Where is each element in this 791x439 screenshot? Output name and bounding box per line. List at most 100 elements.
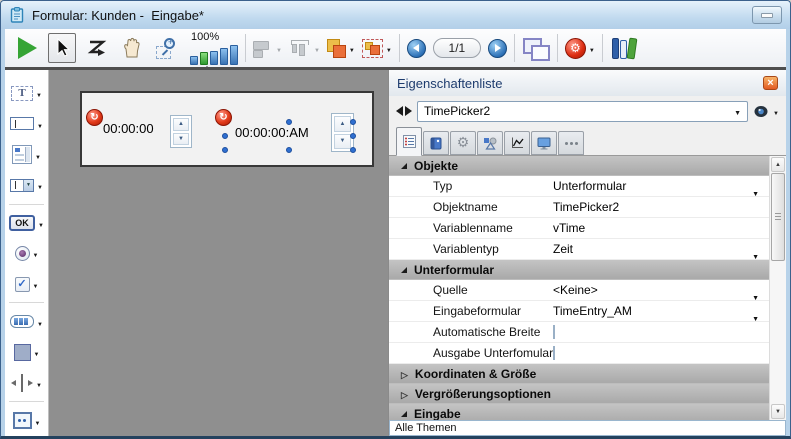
toolbox-item-list[interactable] [5, 139, 48, 170]
property-row-automatische-breite[interactable]: Automatische Breite [389, 322, 769, 343]
toolbox-item-progressbar[interactable] [5, 306, 48, 337]
property-value[interactable]: vTime [553, 221, 769, 235]
chevron-down-icon[interactable] [37, 313, 43, 331]
close-icon[interactable] [763, 76, 778, 90]
expander-open-icon[interactable] [401, 267, 407, 273]
subform-anchor-icon[interactable] [86, 109, 103, 126]
chevron-down-icon[interactable] [589, 39, 595, 57]
toolbox-item-combobox[interactable] [5, 170, 48, 201]
timepicker1-value[interactable]: 00:00:00 [103, 121, 154, 136]
chevron-down-icon[interactable] [349, 39, 355, 57]
toolbox-item-button[interactable]: OK [5, 208, 48, 239]
run-form-button[interactable] [13, 33, 41, 63]
object-selector-combobox[interactable]: TimePicker2 [417, 101, 748, 122]
toolbox-item-splitter[interactable] [5, 368, 48, 399]
tab-objects[interactable] [477, 131, 503, 155]
toolbox-item-label[interactable]: T [5, 78, 48, 109]
property-row-typ[interactable]: Typ Unterformular [389, 176, 769, 197]
chevron-down-icon[interactable] [34, 343, 40, 361]
section-header-objekte[interactable]: Objekte [389, 156, 769, 176]
zoom-level-control[interactable]: 100% [190, 32, 238, 65]
checkbox[interactable] [553, 346, 555, 360]
section-header-eingabe[interactable]: Eingabe [389, 404, 769, 420]
selection-handle[interactable] [350, 147, 356, 153]
scrollbar-thumb[interactable] [771, 173, 785, 261]
spin-up-icon[interactable] [173, 118, 189, 131]
chevron-down-icon[interactable] [36, 84, 42, 102]
zoom-tool-button[interactable] [153, 33, 181, 63]
chevron-down-icon[interactable] [35, 146, 41, 164]
property-value[interactable]: TimeEntry_AM [553, 304, 769, 318]
tab-settings[interactable] [450, 131, 476, 155]
chevron-down-icon[interactable] [36, 374, 42, 392]
arrow-left-icon[interactable] [396, 106, 403, 116]
property-value[interactable]: TimePicker2 [553, 200, 769, 214]
property-value[interactable]: Zeit [553, 242, 769, 256]
scroll-up-button[interactable] [771, 157, 785, 172]
property-row-quelle[interactable]: Quelle <Keine> [389, 280, 769, 301]
settings-button[interactable] [565, 33, 595, 63]
selection-handle[interactable] [350, 133, 356, 139]
chevron-down-icon[interactable] [38, 214, 44, 232]
selection-options-button[interactable] [362, 33, 392, 63]
next-page-button[interactable] [488, 39, 507, 58]
tab-data[interactable] [423, 131, 449, 155]
toolbox-item-rectangle[interactable] [5, 337, 48, 368]
timepicker1-spinner[interactable] [170, 115, 192, 148]
arrow-right-icon[interactable] [405, 106, 412, 116]
property-row-eingabeformular[interactable]: Eingabeformular TimeEntry_AM [389, 301, 769, 322]
chevron-down-icon[interactable] [734, 104, 741, 118]
tab-display[interactable] [531, 131, 557, 155]
selection-handle[interactable] [222, 147, 228, 153]
spin-down-icon[interactable] [173, 133, 189, 146]
expander-open-icon[interactable] [401, 411, 407, 417]
tab-order-button[interactable] [83, 33, 111, 63]
chevron-down-icon[interactable] [386, 39, 392, 57]
property-row-variablenname[interactable]: Variablenname vTime [389, 218, 769, 239]
section-header-unterformular[interactable]: Unterformular [389, 260, 769, 280]
timepicker2-value[interactable]: 00:00:00:AM [235, 125, 309, 140]
arrange-order-button[interactable] [327, 33, 355, 63]
expander-closed-icon[interactable] [401, 367, 408, 381]
zoom-bars-icon[interactable] [190, 44, 238, 65]
selection-handle[interactable] [286, 147, 292, 153]
pan-tool-button[interactable] [118, 33, 146, 63]
tab-more[interactable] [558, 131, 584, 155]
tab-chart[interactable] [504, 131, 530, 155]
selection-handle[interactable] [286, 119, 292, 125]
section-header-vergroesserung[interactable]: Vergrößerungsoptionen [389, 384, 769, 404]
chevron-down-icon[interactable] [37, 115, 43, 133]
expander-closed-icon[interactable] [401, 387, 408, 401]
toolbox-item-radio[interactable] [5, 238, 48, 269]
property-value[interactable]: Unterformular [553, 179, 769, 193]
selection-handle[interactable] [350, 119, 356, 125]
chevron-down-icon[interactable] [33, 244, 39, 262]
scroll-down-button[interactable] [771, 404, 785, 419]
spin-up-icon[interactable] [334, 116, 351, 132]
subform-anchor-icon[interactable] [215, 109, 232, 126]
property-row-objektname[interactable]: Objektname TimePicker2 [389, 197, 769, 218]
selection-handle[interactable] [222, 133, 228, 139]
checkbox[interactable] [553, 325, 555, 339]
spin-down-icon[interactable] [334, 134, 351, 150]
visibility-filter-button[interactable] [753, 102, 779, 120]
select-tool-button[interactable] [48, 33, 76, 63]
expander-open-icon[interactable] [401, 163, 407, 169]
property-row-ausgabe-unterfomular[interactable]: Ausgabe Unterfomular [389, 343, 769, 364]
design-canvas[interactable]: 00:00:00 00:00:00:AM [49, 70, 388, 436]
toolbox-item-subform[interactable] [5, 405, 48, 436]
chevron-down-icon[interactable] [752, 246, 759, 264]
window-restore-button[interactable] [752, 6, 782, 24]
object-prev-next-buttons[interactable] [396, 106, 412, 116]
chevron-down-icon[interactable] [33, 275, 39, 293]
scrollbar[interactable] [769, 156, 786, 420]
previous-page-button[interactable] [407, 39, 426, 58]
chevron-down-icon[interactable] [35, 412, 41, 430]
section-header-koordinaten[interactable]: Koordinaten & Größe [389, 364, 769, 384]
chevron-down-icon[interactable] [37, 176, 43, 194]
library-button[interactable] [610, 33, 638, 63]
toolbox-item-checkbox[interactable] [5, 269, 48, 300]
window-cascade-button[interactable] [522, 33, 550, 63]
property-value[interactable]: <Keine> [553, 283, 769, 297]
tab-properties-list[interactable] [396, 127, 422, 156]
